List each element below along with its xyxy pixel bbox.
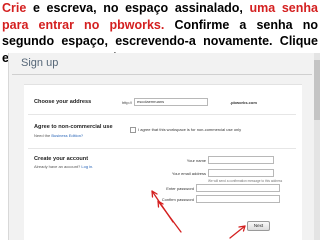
agreement-sub-text: Need the	[34, 133, 52, 138]
section-divider	[28, 114, 296, 115]
agree-checkbox-label: I agree that this workspace is for non-c…	[138, 127, 242, 132]
caption-crie: Crie	[2, 1, 27, 15]
next-button[interactable]: Next	[247, 221, 270, 231]
name-input[interactable]	[208, 156, 274, 164]
section-divider	[28, 148, 296, 149]
confirm-password-input[interactable]	[196, 195, 280, 203]
email-hint: We will send a confirmation message to t…	[208, 179, 283, 183]
confirm-password-label: Confirm password	[161, 197, 194, 202]
email-label: Your email address	[171, 171, 206, 176]
name-label: Your name	[186, 158, 206, 163]
login-link[interactable]: Log in.	[81, 164, 93, 169]
business-edition-link[interactable]: Business Edition?	[51, 133, 83, 138]
email-input[interactable]	[208, 169, 274, 177]
account-subtext: Already have an account? Log in.	[34, 164, 93, 169]
scrollbar-thumb[interactable]	[314, 60, 320, 120]
agreement-subtext: Need the Business Edition?	[34, 133, 83, 138]
address-suffix: .pbworks.com	[230, 100, 257, 105]
address-input[interactable]: escolaemruans	[134, 98, 208, 106]
caption-text-1: e escreva, no espaço assinalado,	[26, 1, 250, 15]
account-heading: Create your account	[34, 156, 89, 162]
page-title: Sign up	[21, 57, 59, 69]
title-divider	[12, 74, 312, 75]
agree-checkbox[interactable]	[130, 127, 136, 133]
account-sub-text: Already have an account?	[34, 164, 82, 169]
agreement-heading: Agree to non-commercial use	[34, 124, 113, 130]
address-heading: Choose your address	[34, 99, 92, 105]
address-prefix: http://	[122, 100, 133, 105]
password-input[interactable]	[196, 184, 280, 192]
password-label: Enter password	[166, 186, 194, 191]
